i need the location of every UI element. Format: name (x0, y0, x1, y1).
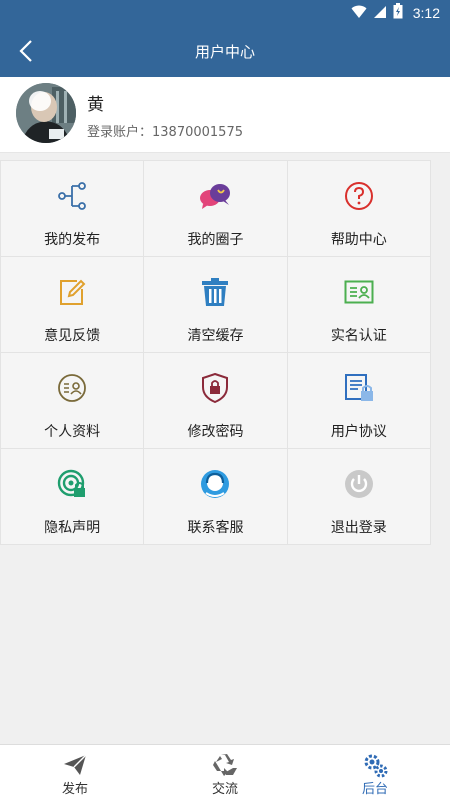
share-tree-icon (55, 179, 89, 213)
status-bar: 3:12 (0, 0, 450, 25)
app-bar: 用户中心 (0, 25, 450, 77)
user-name: 黄 (87, 95, 104, 115)
menu-label: 修改密码 (187, 424, 244, 440)
menu-label: 帮助中心 (330, 232, 387, 248)
profile-card[interactable]: 黄 登录账户：13870001575 (0, 77, 450, 153)
power-icon (342, 467, 376, 501)
page-title: 用户中心 (194, 43, 255, 61)
document-lock-icon (342, 371, 376, 405)
menu-customer-service[interactable]: 联系客服 (144, 449, 288, 545)
menu-label: 实名认证 (330, 328, 387, 344)
nav-exchange[interactable]: 交流 (150, 745, 300, 800)
gears-icon (361, 751, 389, 779)
help-circle-icon (342, 179, 376, 213)
signal-icon (373, 4, 387, 23)
menu-label: 我的发布 (44, 232, 101, 248)
trash-icon (198, 275, 232, 309)
nav-publish[interactable]: 发布 (0, 745, 150, 800)
menu-label: 联系客服 (187, 520, 244, 536)
menu-real-name-auth[interactable]: 实名认证 (287, 257, 431, 353)
menu-label: 我的圈子 (187, 232, 244, 248)
menu-label: 个人资料 (44, 424, 101, 440)
battery-icon (393, 3, 403, 23)
status-icons: 3:12 (351, 3, 440, 23)
nav-backend[interactable]: 后台 (300, 745, 450, 800)
menu-label: 清空缓存 (187, 328, 244, 344)
menu-personal-info[interactable]: 个人资料 (1, 353, 145, 449)
bottom-nav: 发布 交流 后台 (0, 744, 450, 800)
menu-label: 隐私声明 (44, 520, 101, 536)
menu-label: 用户协议 (330, 424, 387, 440)
menu-help-center[interactable]: 帮助中心 (287, 161, 431, 257)
paper-plane-icon (61, 751, 89, 779)
nav-label: 发布 (61, 782, 88, 797)
recycle-icon (211, 751, 239, 779)
menu-label: 意见反馈 (44, 328, 101, 344)
menu-privacy-statement[interactable]: 隐私声明 (1, 449, 145, 545)
menu-label: 退出登录 (330, 520, 387, 536)
menu-logout[interactable]: 退出登录 (287, 449, 431, 545)
customer-service-icon (198, 467, 232, 501)
menu-my-circles[interactable]: 我的圈子 (144, 161, 288, 257)
menu-user-agreement[interactable]: 用户协议 (287, 353, 431, 449)
avatar-photo-icon (16, 83, 76, 143)
id-card-icon (342, 275, 376, 309)
clock-time: 3:12 (412, 5, 440, 21)
menu-clear-cache[interactable]: 清空缓存 (144, 257, 288, 353)
nav-label: 交流 (211, 782, 238, 797)
profile-icon (55, 371, 89, 405)
privacy-lock-icon (55, 467, 89, 501)
chat-bubbles-icon (198, 179, 232, 213)
menu-change-password[interactable]: 修改密码 (144, 353, 288, 449)
wifi-icon (351, 4, 367, 23)
shield-lock-icon (198, 371, 232, 405)
menu-grid: 我的发布 我的圈子 帮助中心 意见反馈 清空缓存 实名认证 个人资料 修改密码 … (0, 160, 431, 545)
account-number: 登录账户：13870001575 (87, 125, 243, 140)
menu-feedback[interactable]: 意见反馈 (1, 257, 145, 353)
nav-label: 后台 (361, 782, 388, 797)
edit-note-icon (55, 275, 89, 309)
menu-my-posts[interactable]: 我的发布 (1, 161, 145, 257)
avatar[interactable] (16, 83, 76, 143)
